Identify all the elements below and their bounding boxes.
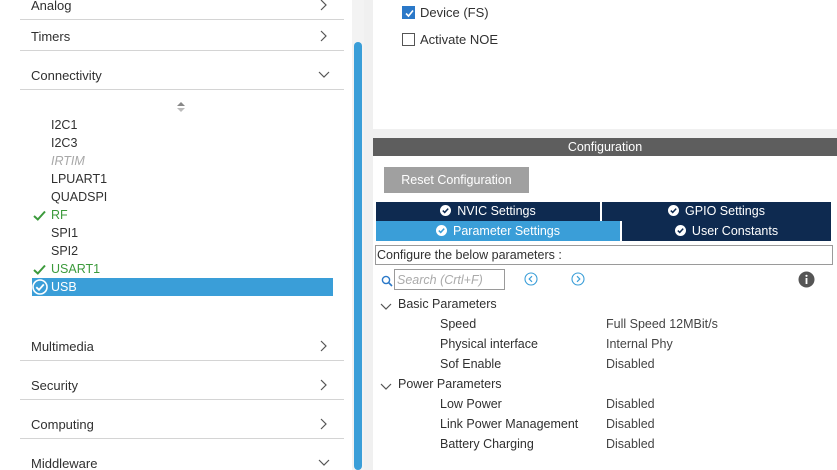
parameter-name: Low Power [440, 397, 502, 411]
scrollbar-thumb[interactable] [354, 42, 362, 470]
category-label: Middleware [31, 456, 98, 470]
parameter-name: Sof Enable [440, 357, 502, 371]
tab-user-constants[interactable]: User Constants [622, 221, 831, 241]
chevron-down-icon [318, 457, 330, 469]
parameter-value: Internal Phy [606, 337, 673, 351]
category-label: Timers [31, 29, 71, 44]
chevron-right-icon [318, 0, 330, 11]
parameter-value: Disabled [606, 397, 655, 411]
parameter-value: Disabled [606, 417, 655, 431]
peripheral-label: LPUART1 [51, 172, 108, 186]
peripheral-item-rf[interactable]: RF [32, 206, 333, 224]
tab-nvic-settings[interactable]: NVIC Settings [376, 202, 600, 221]
search-input[interactable] [394, 269, 505, 290]
group-label: Basic Parameters [398, 297, 497, 311]
chevron-right-icon [318, 30, 330, 42]
peripheral-label: I2C3 [51, 136, 78, 150]
peripheral-item-spi1[interactable]: SPI1 [32, 224, 333, 242]
peripheral-item-lpuart1[interactable]: LPUART1 [32, 170, 333, 188]
chevron-right-icon [318, 418, 330, 430]
peripheral-item-irtim[interactable]: IRTIM [32, 152, 333, 170]
check-circle-icon [436, 222, 447, 236]
category-security[interactable]: Security [20, 361, 344, 400]
peripheral-item-usart1[interactable]: USART1 [32, 260, 333, 278]
tab-gpio-settings[interactable]: GPIO Settings [602, 202, 831, 221]
category-computing[interactable]: Computing [20, 400, 344, 439]
detail-panel: Device (FS) Activate NOE Configuration R… [364, 0, 837, 470]
parameter-value: Full Speed 12MBit/s [606, 317, 718, 331]
parameter-name: Physical interface [440, 337, 538, 351]
parameter-row[interactable]: Battery Charging Disabled [373, 436, 837, 454]
peripheral-item-quadspi[interactable]: QUADSPI [32, 188, 333, 206]
check-circle-icon [674, 222, 686, 236]
category-label: Security [31, 378, 78, 393]
peripheral-label: RF [51, 208, 68, 222]
peripheral-item-spi2[interactable]: SPI2 [32, 242, 333, 260]
parameter-row[interactable]: Physical interface Internal Phy [373, 336, 837, 354]
peripheral-label: USB [51, 280, 77, 294]
configuration-description: Configure the below parameters : [375, 245, 833, 265]
category-multimedia[interactable]: Multimedia [20, 322, 344, 361]
category-middleware[interactable]: Middleware [20, 439, 344, 470]
check-circle-icon [668, 203, 680, 216]
category-timers[interactable]: Timers [20, 12, 344, 51]
tab-label: Parameter Settings [453, 224, 560, 238]
category-label: Multimedia [31, 339, 94, 354]
sort-icon[interactable] [176, 101, 186, 113]
peripheral-label: I2C1 [51, 118, 78, 132]
chevron-right-icon [318, 340, 330, 352]
tab-label: GPIO Settings [685, 204, 765, 218]
parameter-row[interactable]: Low Power Disabled [373, 396, 837, 414]
parameter-name: Link Power Management [440, 417, 579, 431]
previous-match-icon[interactable] [524, 272, 538, 286]
category-panel: Analog Timers Connectivity I2C1 I2C3 IRTIM… [0, 0, 364, 470]
activate-noe-label: Activate NOE [420, 32, 499, 47]
chevron-down-icon [380, 300, 392, 310]
check-circle-icon [440, 203, 452, 216]
peripheral-label: USART1 [51, 262, 101, 276]
parameter-row[interactable]: Sof Enable Disabled [373, 356, 837, 374]
category-label: Computing [31, 417, 94, 432]
check-circle-icon [32, 279, 48, 295]
tab-label: NVIC Settings [457, 204, 536, 218]
search-icon [381, 275, 393, 287]
tab-label: User Constants [691, 224, 779, 238]
next-match-icon[interactable] [571, 272, 585, 286]
parameter-value: Disabled [606, 357, 655, 371]
parameter-row[interactable]: Speed Full Speed 12MBit/s [373, 316, 837, 334]
chevron-right-icon [318, 379, 330, 391]
checkbox-unchecked-icon [402, 33, 415, 46]
device-fs-label: Device (FS) [420, 5, 489, 20]
chevron-down-icon [380, 380, 392, 390]
checkbox-checked-icon [402, 6, 415, 19]
configuration-section: Configuration Reset Configuration NVIC S… [373, 138, 837, 470]
mode-section: Device (FS) Activate NOE [373, 0, 837, 129]
peripheral-item-i2c1[interactable]: I2C1 [32, 116, 333, 134]
chevron-down-icon [318, 69, 330, 81]
group-label: Power Parameters [398, 377, 502, 391]
configuration-header: Configuration [373, 138, 837, 156]
parameter-name: Battery Charging [440, 437, 534, 451]
parameter-value: Disabled [606, 437, 655, 451]
checkmark-icon [33, 263, 46, 275]
peripheral-label: SPI1 [51, 226, 79, 240]
tab-parameter-settings[interactable]: Parameter Settings [376, 221, 620, 241]
peripheral-item-usb[interactable]: USB [32, 278, 333, 296]
category-connectivity[interactable]: Connectivity [20, 51, 344, 90]
checkmark-icon [33, 209, 46, 221]
info-icon[interactable] [798, 271, 815, 288]
peripheral-item-i2c3[interactable]: I2C3 [32, 134, 333, 152]
category-label: Connectivity [31, 68, 102, 83]
peripheral-label: QUADSPI [51, 190, 108, 204]
parameter-name: Speed [440, 317, 477, 331]
parameter-row[interactable]: Link Power Management Disabled [373, 416, 837, 434]
peripheral-label: IRTIM [51, 154, 85, 168]
peripheral-label: SPI2 [51, 244, 79, 258]
reset-configuration-button[interactable]: Reset Configuration [384, 167, 529, 193]
